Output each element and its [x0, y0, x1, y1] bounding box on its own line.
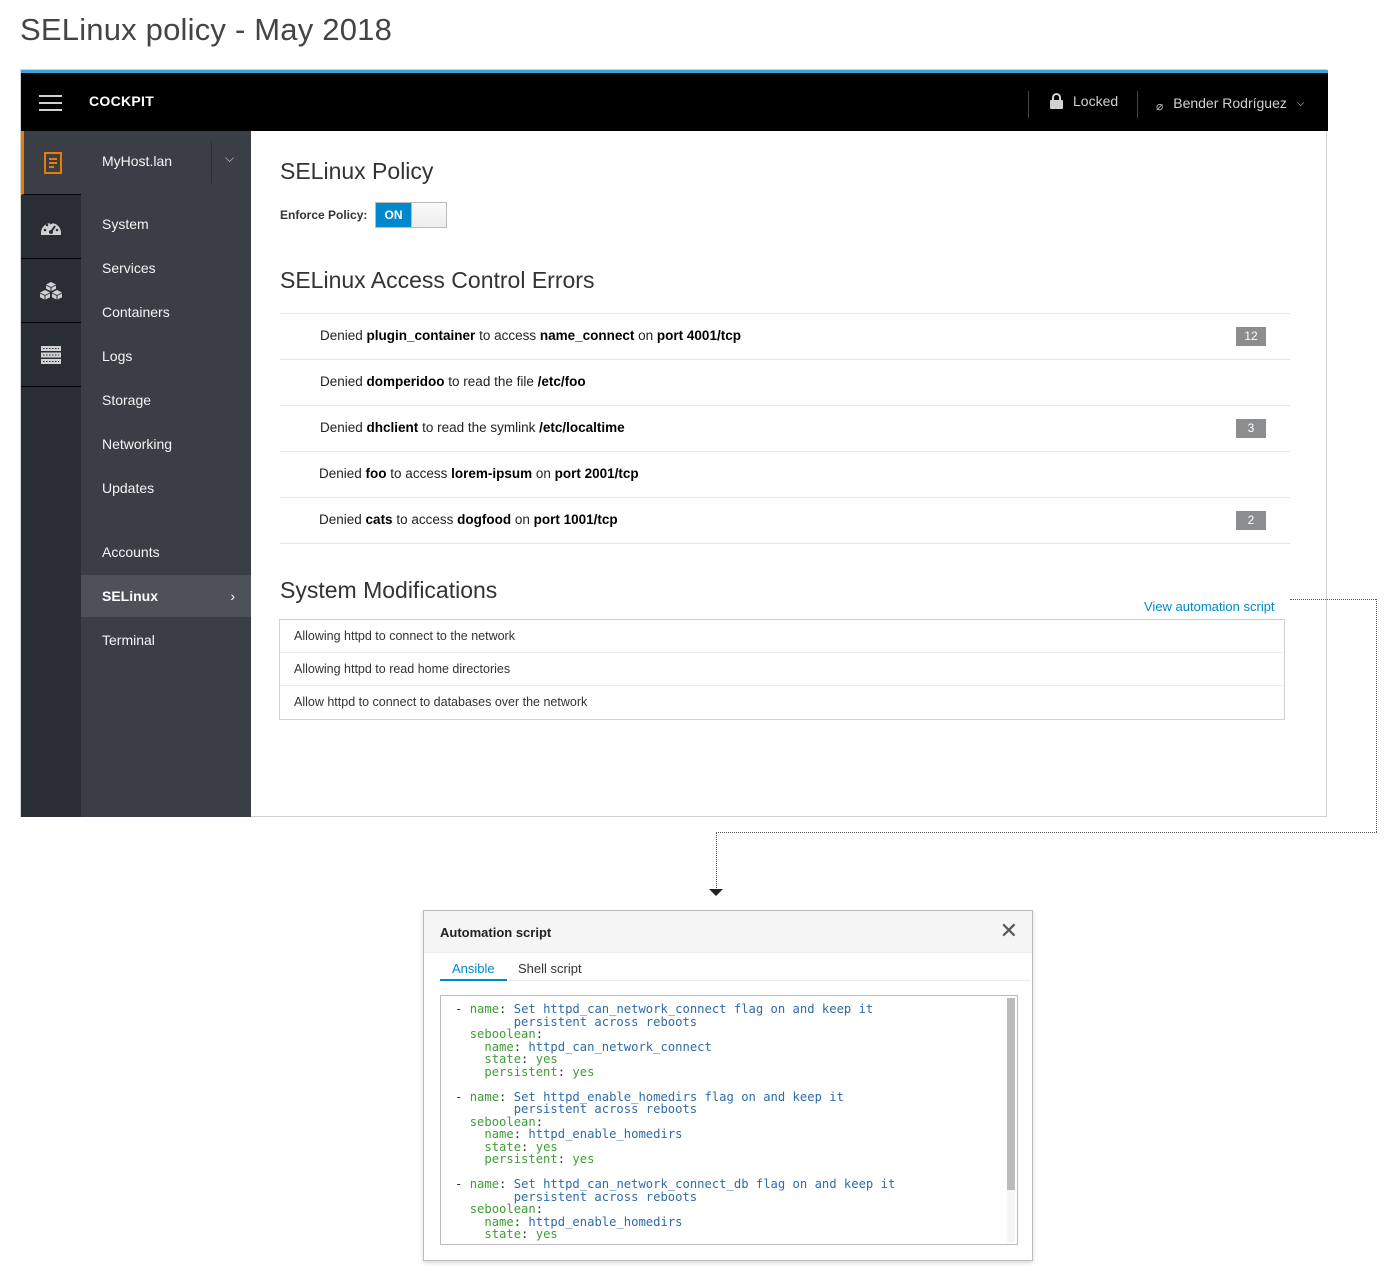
toggle-knob: [411, 203, 446, 227]
connector-line: [1376, 599, 1377, 832]
error-count-badge: 3: [1236, 419, 1266, 438]
vertical-nav: [21, 131, 81, 817]
error-text: Denied foo to access lorem-ipsum on port…: [319, 466, 639, 481]
chevron-down-icon[interactable]: ⌵: [225, 151, 234, 166]
brand-label: COCKPIT: [89, 93, 155, 109]
list-item[interactable]: Denied foo to access lorem-ipsum on port…: [280, 452, 1290, 498]
locked-label: Locked: [1073, 93, 1119, 109]
vertical-nav-dashboard[interactable]: [21, 195, 81, 259]
error-count-badge: 2: [1236, 511, 1266, 530]
list-item[interactable]: Denied domperidoo to read the file /etc/…: [280, 360, 1290, 406]
user-icon: ⌀: [1156, 99, 1164, 113]
sidebar-item-storage[interactable]: Storage: [81, 379, 251, 421]
server-icon: [43, 151, 62, 174]
tab-ansible[interactable]: Ansible: [440, 961, 507, 981]
sidebar-item-containers[interactable]: Containers: [81, 291, 251, 333]
navbar-divider: [1028, 91, 1029, 118]
cubes-icon: [40, 281, 62, 299]
sidebar-item-accounts[interactable]: Accounts: [81, 531, 251, 573]
host-name: MyHost.lan: [102, 153, 173, 169]
modal-tabs: Ansible Shell script: [440, 953, 1030, 981]
cockpit-window: COCKPIT Locked ⌀ Bender Rodríguez ⌵ MyHo…: [20, 69, 1328, 817]
list-item: Allow httpd to connect to databases over…: [294, 695, 588, 709]
ansible-code: - name: Set httpd_can_network_connect fl…: [455, 1002, 896, 1241]
code-viewer[interactable]: - name: Set httpd_can_network_connect fl…: [440, 995, 1018, 1245]
secondary-nav: MyHost.lan ⌵ System Services Containers …: [81, 131, 251, 817]
sidebar-item-terminal[interactable]: Terminal: [81, 619, 251, 661]
selinux-policy-title: SELinux Policy: [280, 158, 434, 184]
error-count-badge: 12: [1236, 327, 1266, 346]
navbar-divider: [1137, 91, 1138, 118]
modifications-list: Allowing httpd to connect to the network…: [279, 619, 1285, 720]
list-item[interactable]: Denied plugin_container to access name_c…: [280, 314, 1290, 360]
user-name: Bender Rodríguez: [1173, 95, 1287, 111]
host-divider: [211, 141, 212, 183]
automation-script-modal: Automation script ✕ Ansible Shell script…: [423, 910, 1033, 1261]
error-text: Denied plugin_container to access name_c…: [320, 328, 741, 343]
access-errors-title: SELinux Access Control Errors: [280, 267, 595, 293]
scrollbar-thumb[interactable]: [1007, 998, 1015, 1190]
user-menu[interactable]: ⌀ Bender Rodríguez ⌵: [1156, 93, 1304, 113]
vertical-nav-containers[interactable]: [21, 259, 81, 323]
sidebar-item-selinux[interactable]: SELinux ›: [81, 575, 251, 617]
connector-line: [1290, 599, 1376, 600]
list-item: Allowing httpd to read home directories: [280, 653, 1284, 686]
chevron-right-icon: ›: [230, 588, 235, 604]
view-automation-script-link[interactable]: View automation script: [1144, 599, 1275, 614]
error-text: Denied domperidoo to read the file /etc/…: [320, 374, 586, 389]
access-errors-list: Denied plugin_container to access name_c…: [280, 313, 1290, 544]
sidebar-item-system[interactable]: System: [81, 203, 251, 245]
sidebar-item-networking[interactable]: Networking: [81, 423, 251, 465]
top-navbar: COCKPIT Locked ⌀ Bender Rodríguez ⌵: [21, 70, 1328, 131]
page-heading: SELinux policy - May 2018: [20, 12, 393, 47]
modal-title: Automation script: [440, 925, 552, 940]
lock-icon: [1050, 93, 1063, 109]
host-switcher[interactable]: MyHost.lan ⌵: [81, 131, 251, 195]
sidebar-item-label: SELinux: [102, 588, 159, 604]
connector-line: [716, 832, 1377, 833]
sidebar-item-logs[interactable]: Logs: [81, 335, 251, 377]
modal-header: Automation script ✕: [424, 911, 1032, 953]
enforce-policy-toggle[interactable]: ON: [375, 202, 447, 228]
chevron-down-icon: ⌵: [1296, 97, 1305, 109]
sidebar-item-services[interactable]: Services: [81, 247, 251, 289]
list-item[interactable]: Denied cats to access dogfood on port 10…: [280, 498, 1290, 544]
dashboard-icon: [41, 221, 61, 235]
list-item[interactable]: Denied dhclient to read the symlink /etc…: [280, 406, 1290, 452]
sidebar-item-updates[interactable]: Updates: [81, 467, 251, 509]
vertical-nav-host[interactable]: [21, 131, 81, 195]
locked-button[interactable]: Locked: [1050, 93, 1118, 109]
system-modifications-title: System Modifications: [280, 577, 498, 603]
connector-line: [716, 832, 717, 888]
toggle-on-label: ON: [376, 203, 411, 227]
vertical-nav-storage[interactable]: [21, 323, 81, 387]
storage-rack-icon: [41, 345, 61, 364]
enforce-policy-label: Enforce Policy:: [280, 208, 368, 222]
arrow-down-icon: [709, 889, 723, 896]
error-text: Denied dhclient to read the symlink /etc…: [320, 420, 625, 435]
error-text: Denied cats to access dogfood on port 10…: [319, 512, 618, 527]
close-icon[interactable]: ✕: [1000, 920, 1018, 942]
hamburger-menu-icon[interactable]: [39, 95, 62, 111]
list-item: Allowing httpd to connect to the network: [280, 620, 1284, 653]
tab-shell-script[interactable]: Shell script: [506, 961, 594, 981]
